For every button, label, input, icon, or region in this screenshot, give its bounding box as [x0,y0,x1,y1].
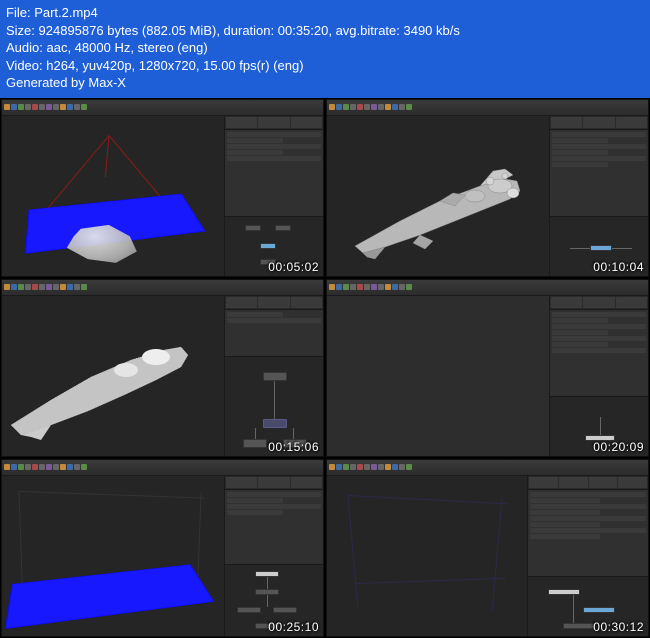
audio-value: aac, 48000 Hz, stereo (eng) [47,40,208,55]
size-line: Size: 924895876 bytes (882.05 MiB), dura… [6,22,644,40]
timestamp: 00:30:12 [593,620,644,634]
thumbnail-grid: 00:05:02 [0,98,650,638]
viewport-3d [327,296,550,456]
viewport-3d [2,476,225,636]
viewport-3d [2,296,225,456]
app-toolbar [2,460,323,476]
thumbnail[interactable]: 00:30:12 [326,459,649,637]
audio-line: Audio: aac, 48000 Hz, stereo (eng) [6,39,644,57]
timestamp: 00:15:06 [268,440,319,454]
viewport-3d [327,476,528,636]
app-toolbar [327,100,648,116]
app-toolbar [327,280,648,296]
media-info-header: File: Part.2.mp4 Size: 924895876 bytes (… [0,0,650,98]
app-toolbar [2,100,323,116]
timestamp: 00:10:04 [593,260,644,274]
timestamp: 00:25:10 [268,620,319,634]
file-label: File: [6,5,31,20]
thumbnail[interactable]: 00:25:10 [1,459,324,637]
app-toolbar [327,460,648,476]
audio-label: Audio: [6,40,43,55]
viewport-3d [327,116,550,276]
size-label: Size: [6,23,35,38]
size-value: 924895876 bytes (882.05 MiB), duration: … [39,23,460,38]
timestamp: 00:05:02 [268,260,319,274]
thumbnail[interactable]: 00:05:02 [1,99,324,277]
viewport-3d [2,116,225,276]
side-panel [550,116,648,276]
video-label: Video: [6,58,43,73]
thumbnail[interactable]: 00:10:04 [326,99,649,277]
thumbnail[interactable]: 00:20:09 [326,279,649,457]
side-panel [225,296,323,456]
timestamp: 00:20:09 [593,440,644,454]
side-panel [550,296,648,456]
side-panel [528,476,648,636]
file-line: File: Part.2.mp4 [6,4,644,22]
spaceship-model-icon [345,151,530,266]
side-panel [225,476,323,636]
thumbnail[interactable]: 00:15:06 [1,279,324,457]
spaceship-pointcloud-icon [6,325,206,450]
generated-line: Generated by Max-X [6,74,644,92]
video-line: Video: h264, yuv420p, 1280x720, 15.00 fp… [6,57,644,75]
file-value: Part.2.mp4 [34,5,98,20]
app-toolbar [2,280,323,296]
video-value: h264, yuv420p, 1280x720, 15.00 fps(r) (e… [46,58,303,73]
side-panel [225,116,323,276]
